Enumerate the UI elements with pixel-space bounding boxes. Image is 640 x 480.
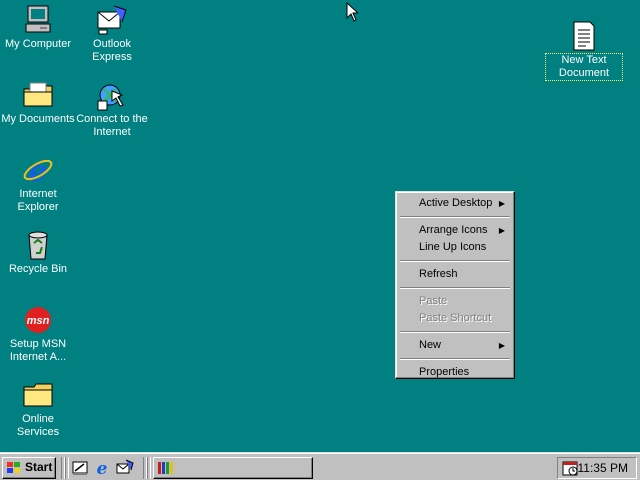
folder-icon [23,82,53,107]
windows-logo-icon [7,462,20,473]
menu-separator [400,260,510,262]
menu-item-arrange-icons[interactable]: Arrange Icons ▶ [399,222,511,239]
task-scheduler-icon[interactable] [562,460,578,476]
desktop-icon-label: Outlook Express [92,38,132,63]
desktop-icon-label: My Documents [1,113,75,125]
menu-item-label: New [419,339,442,351]
folder-icon [23,383,53,407]
menu-item-label: Arrange Icons [419,224,488,236]
desktop-icon-label: Online Services [16,413,60,438]
start-button[interactable]: Start [2,457,56,479]
menu-item-label: Properties [419,366,470,378]
menu-item-label: Active Desktop [419,197,493,209]
start-label: Start [25,460,53,474]
submenu-arrow-icon: ▶ [498,226,505,235]
desktop-icon-label: My Computer [4,38,72,50]
computer-icon [25,5,51,33]
menu-item-paste-shortcut[interactable]: Paste Shortcut [399,310,511,327]
taskbar-clock[interactable]: 11:35 PM [578,458,628,478]
channels-icon [158,462,173,474]
desktop-icon-label: Recycle Bin [8,263,68,275]
desktop-icon-connect-internet[interactable]: Connect to the Internet [74,79,150,139]
recycle-bin-icon [28,231,48,260]
menu-item-label: Line Up Icons [419,241,487,253]
desktop-icon-outlook-express[interactable]: Outlook Express [74,4,150,64]
desktop-context-menu: Active Desktop ▶ Arrange Icons ▶ Line Up… [395,191,515,379]
menu-item-properties[interactable]: Properties [399,364,511,381]
system-tray: 11:35 PM [557,457,637,479]
taskbar-divider [147,457,151,479]
mouse-cursor-icon [346,2,358,22]
msn-icon: msn [25,307,51,333]
menu-item-active-desktop[interactable]: Active Desktop ▶ [399,195,511,212]
menu-separator [400,216,510,218]
show-desktop-icon[interactable] [71,459,89,477]
menu-separator [400,358,510,360]
connect-wizard-icon [97,84,124,111]
submenu-arrow-icon: ▶ [498,341,505,350]
taskbar-window-button[interactable] [153,457,313,479]
menu-item-new[interactable]: New ▶ [399,337,511,354]
menu-item-label: Refresh [419,268,458,280]
svg-text:e: e [28,154,47,186]
menu-item-refresh[interactable]: Refresh [399,266,511,283]
desktop-icon-label: New Text Document [545,53,623,81]
outlook-express-icon[interactable] [116,459,134,477]
desktop-icon-my-documents[interactable]: My Documents [0,79,76,126]
desktop-icon-internet-explorer[interactable]: e Internet Explorer [0,154,76,214]
desktop-icon-online-services[interactable]: Online Services [0,379,76,439]
menu-item-label: Paste Shortcut [419,312,492,324]
desktop-icon-my-computer[interactable]: My Computer [0,4,76,51]
menu-separator [400,287,510,289]
taskbar: Start e 11:35 PM [0,452,640,480]
submenu-arrow-icon: ▶ [498,199,505,208]
outlook-express-icon [97,5,127,35]
menu-separator [400,331,510,333]
menu-item-paste[interactable]: Paste [399,293,511,310]
desktop-icon-label: Internet Explorer [17,188,59,213]
internet-explorer-icon[interactable]: e [93,459,111,477]
menu-item-label: Paste [419,295,448,307]
svg-text:msn: msn [27,315,50,327]
taskbar-divider [65,457,69,479]
desktop-icon-label: Setup MSN Internet A... [9,338,67,363]
svg-text:e: e [97,459,108,477]
desktop-icon-label: Connect to the Internet [76,113,148,138]
text-document-icon [573,21,595,51]
menu-item-line-up-icons[interactable]: Line Up Icons [399,239,511,256]
desktop-icon-recycle-bin[interactable]: Recycle Bin [0,229,76,276]
internet-explorer-icon: e [23,154,53,186]
desktop-icon-setup-msn[interactable]: msn Setup MSN Internet A... [0,304,76,364]
desktop-icon-new-text-document[interactable]: New Text Document [545,20,623,81]
